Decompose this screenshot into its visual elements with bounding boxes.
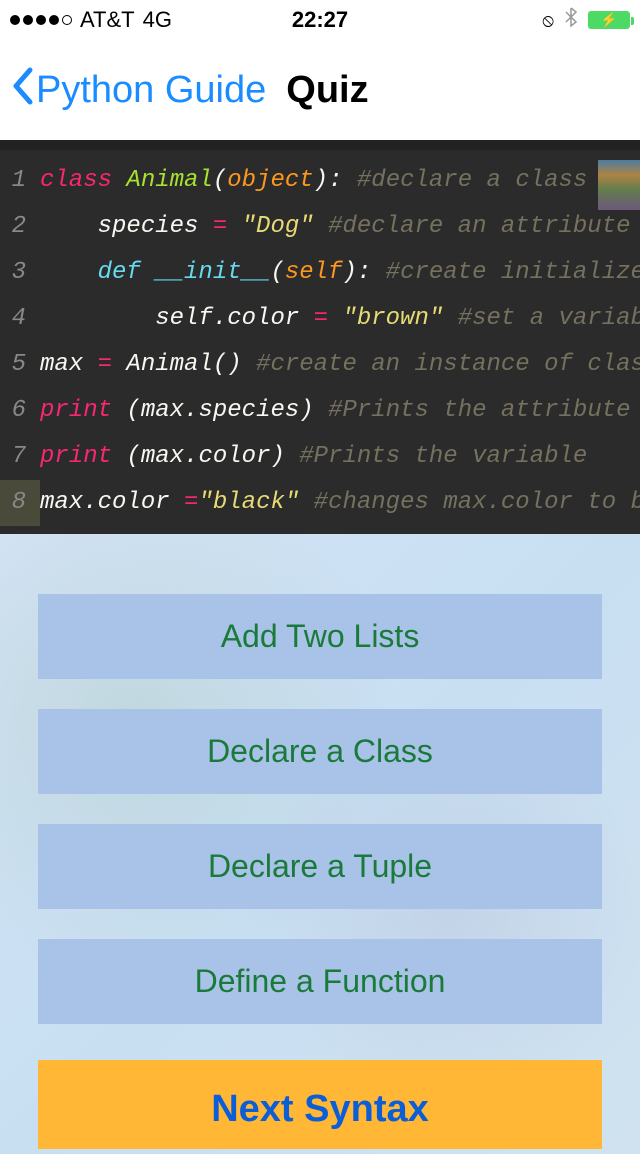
code-content: def __init__(self): #create initializer: [40, 250, 640, 296]
line-number: 7: [0, 434, 40, 480]
answer-option-0[interactable]: Add Two Lists: [38, 594, 602, 679]
code-content: species = "Dog" #declare an attribute: [40, 204, 640, 250]
signal-strength-icon: [10, 15, 72, 25]
code-line: 7print (max.color) #Prints the variable: [0, 434, 640, 480]
status-bar: AT&T 4G 22:27 ⦸ ⚡: [0, 0, 640, 40]
answer-option-3[interactable]: Define a Function: [38, 939, 602, 1024]
back-chevron-icon[interactable]: [10, 63, 34, 118]
code-content: class Animal(object): #declare a class: [40, 158, 640, 204]
status-left: AT&T 4G: [10, 7, 217, 33]
code-content: max = Animal() #create an instance of cl…: [40, 342, 640, 388]
battery-icon: ⚡: [588, 11, 630, 29]
bluetooth-icon: [564, 7, 578, 33]
code-snippet: 1class Animal(object): #declare a class2…: [0, 140, 640, 534]
back-button[interactable]: Python Guide: [36, 69, 266, 112]
answer-option-2[interactable]: Declare a Tuple: [38, 824, 602, 909]
line-number: 3: [0, 250, 40, 296]
carrier-label: AT&T: [80, 7, 135, 33]
network-label: 4G: [143, 7, 172, 33]
code-line: 5max = Animal() #create an instance of c…: [0, 342, 640, 388]
page-title: Quiz: [286, 69, 368, 112]
line-number: 8: [0, 480, 40, 526]
answer-option-1[interactable]: Declare a Class: [38, 709, 602, 794]
code-content: max.color ="black" #changes max.color to…: [40, 480, 640, 526]
line-number: 4: [0, 296, 40, 342]
clock-label: 22:27: [217, 7, 424, 33]
code-content: print (max.color) #Prints the variable: [40, 434, 640, 480]
code-line: 4 self.color = "brown" #set a variable: [0, 296, 640, 342]
code-line: 8max.color ="black" #changes max.color t…: [0, 480, 640, 526]
minimap-icon: [598, 160, 640, 210]
line-number: 1: [0, 158, 40, 204]
status-right: ⦸ ⚡: [423, 7, 630, 33]
orientation-lock-icon: ⦸: [542, 10, 554, 31]
code-content: self.color = "brown" #set a variable: [40, 296, 640, 342]
line-number: 6: [0, 388, 40, 434]
code-line: 1class Animal(object): #declare a class: [0, 158, 640, 204]
navigation-bar: Python Guide Quiz: [0, 40, 640, 140]
quiz-area: Add Two Lists Declare a Class Declare a Tu…: [0, 534, 640, 1154]
line-number: 2: [0, 204, 40, 250]
code-content: print (max.species) #Prints the attribut…: [40, 388, 640, 434]
code-line: 6print (max.species) #Prints the attribu…: [0, 388, 640, 434]
line-number: 5: [0, 342, 40, 388]
code-line: 3 def __init__(self): #create initialize…: [0, 250, 640, 296]
code-line: 2 species = "Dog" #declare an attribute: [0, 204, 640, 250]
